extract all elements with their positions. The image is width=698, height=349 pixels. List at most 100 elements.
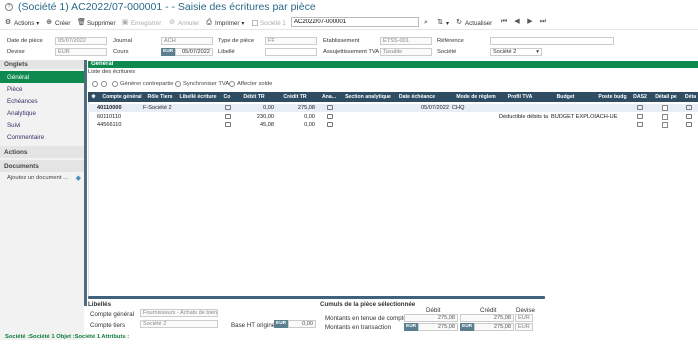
col-das2[interactable]: DAS2 — [632, 92, 648, 102]
cell-budget[interactable]: BUDGET EXPLOIT — [551, 113, 596, 121]
grid-remove-icon[interactable] — [101, 81, 107, 87]
col-co[interactable]: Co — [222, 92, 232, 102]
reference-field[interactable] — [490, 37, 614, 45]
cell-comment-icon[interactable] — [225, 122, 231, 127]
grid-menu-icon[interactable]: ✱ — [90, 92, 97, 102]
cell-compte[interactable]: 44566110 — [97, 121, 141, 129]
previous-record-icon[interactable]: ◀ — [512, 17, 522, 27]
first-record-icon[interactable]: ⏮ — [499, 17, 509, 27]
search-button[interactable]: ⌕ — [422, 18, 430, 28]
cell-echeance[interactable]: 05/07/2022 — [393, 104, 449, 112]
cumuls-row1-credit: 275,08 — [460, 314, 514, 322]
cell-compte[interactable]: 40110000 — [97, 104, 141, 112]
sort-button[interactable]: ⇅ ▾ — [436, 18, 449, 28]
table-row[interactable]: 60110110 230,00 0,00 Déductible débits t… — [88, 113, 698, 121]
col-credit[interactable]: Crédit TR — [275, 92, 315, 102]
grid-add-icon[interactable] — [92, 81, 98, 87]
col-mode-reglement[interactable]: Mode de règlem — [454, 92, 498, 102]
cell-debit[interactable]: 0,00 — [234, 104, 274, 112]
actions-section[interactable]: Actions — [0, 146, 84, 158]
cell-poste[interactable]: ACH-UE — [596, 113, 629, 121]
cumuls-row1-devise: EUR — [515, 314, 533, 322]
sidebar-item-analytique[interactable]: Analytique — [0, 107, 84, 119]
generate-counterpart-button[interactable]: Générer contrepartie — [112, 81, 174, 87]
cell-debit[interactable]: 45,08 — [234, 121, 274, 129]
assujettissement-field[interactable]: Taxable — [380, 48, 432, 56]
col-budget[interactable]: Budget — [543, 92, 588, 102]
societe-select[interactable]: Société 2 ▾ — [490, 48, 542, 56]
col-section-analytique[interactable]: Section analytique — [344, 92, 392, 102]
type-piece-field[interactable]: FF — [265, 37, 317, 45]
help-icon[interactable]: ? — [5, 3, 13, 11]
cell-credit[interactable]: 275,08 — [275, 104, 315, 112]
next-record-icon[interactable]: ▶ — [525, 17, 535, 27]
col-debit[interactable]: Débit TR — [234, 92, 274, 102]
cell-role[interactable] — [143, 113, 175, 121]
cancel-button[interactable]: ⊘ Annuler — [168, 18, 199, 28]
cell-analytique-icon[interactable] — [327, 122, 333, 127]
cell-detail-icon[interactable] — [686, 105, 692, 110]
col-compte-general[interactable]: Compte général — [100, 92, 144, 102]
cell-analytique-icon[interactable] — [327, 114, 333, 119]
sidebar-item-general[interactable]: Général — [0, 71, 84, 83]
cell-comment-icon[interactable] — [225, 114, 231, 119]
libelle-field[interactable] — [265, 48, 317, 56]
journal-field[interactable]: ACH — [161, 37, 213, 45]
documents-section[interactable]: Documents — [0, 160, 84, 172]
cell-das2-icon[interactable] — [637, 114, 643, 119]
compte-general-field[interactable]: Fournisseurs - Achats de biens — [140, 309, 218, 317]
col-detail-pe[interactable]: Détail pe — [652, 92, 680, 102]
create-button[interactable]: ⊕ Créer — [45, 18, 70, 28]
save-button[interactable]: ▣ Enregistrer — [121, 18, 162, 28]
compte-tiers-field[interactable]: Société 2 — [140, 320, 218, 328]
col-detail[interactable]: Déta — [683, 92, 698, 102]
base-ht-field[interactable]: 0,00 — [288, 320, 316, 328]
col-role-tiers[interactable]: Rôle Tiers — [144, 92, 176, 102]
cell-compte[interactable]: 60110110 — [97, 113, 141, 121]
last-record-icon[interactable]: ⏭ — [538, 17, 548, 27]
actions-button[interactable]: ⚙ Actions ▾ — [4, 18, 40, 28]
sidebar-item-commentaire[interactable]: Commentaire — [0, 131, 84, 143]
col-profil-tva[interactable]: Profil TVA — [500, 92, 540, 102]
print-button[interactable]: ⎙ Imprimer ▾ — [205, 18, 244, 28]
sidebar-item-piece[interactable]: Pièce — [0, 83, 84, 95]
search-input[interactable] — [291, 17, 419, 27]
cell-detail-checkbox[interactable] — [662, 105, 668, 111]
horizontal-scrollbar[interactable] — [88, 296, 545, 299]
delete-button[interactable]: 🗑 Supprimer — [77, 18, 116, 28]
cell-detail-checkbox[interactable] — [662, 122, 668, 128]
cell-detail-icon[interactable] — [686, 114, 692, 119]
cell-comment-icon[interactable] — [225, 105, 231, 110]
cell-debit[interactable]: 230,00 — [234, 113, 274, 121]
cell-profil-tva[interactable]: Déductible débits ta — [499, 113, 551, 121]
sidebar-item-suivi[interactable]: Suivi — [0, 119, 84, 131]
devise-field[interactable]: EUR — [55, 48, 107, 56]
cell-detail-icon[interactable] — [686, 122, 692, 127]
cell-detail-checkbox[interactable] — [662, 114, 668, 120]
etablissement-field[interactable]: ETSS-001 — [380, 37, 432, 45]
col-libelle[interactable]: Libellé écriture — [176, 92, 220, 102]
col-poste-budget[interactable]: Poste budg — [596, 92, 629, 102]
cell-credit[interactable]: 0,00 — [275, 121, 315, 129]
sidebar-item-echeances[interactable]: Echéances — [0, 95, 84, 107]
assign-balance-button[interactable]: Affecter solde — [229, 81, 272, 87]
table-row[interactable]: 44566110 45,08 0,00 — [88, 121, 698, 129]
date-piece-field[interactable]: 05/07/2022 — [55, 37, 107, 45]
cell-das2-icon[interactable] — [637, 105, 643, 110]
company-toggle[interactable]: Société 1 — [252, 18, 286, 28]
cours-field[interactable]: 05/07/2022 — [175, 48, 213, 56]
cell-role[interactable]: F-Société 2 — [143, 104, 175, 112]
add-document-link[interactable]: Ajoutez un document ... ◆ — [0, 172, 84, 184]
panel-splitter[interactable] — [84, 60, 87, 306]
col-date-echeance[interactable]: Date échéance — [393, 92, 441, 102]
cell-credit[interactable]: 0,00 — [275, 113, 315, 121]
cell-mode[interactable]: CHQ — [452, 104, 492, 112]
sync-vat-button[interactable]: Synchroniser TVA — [175, 81, 229, 87]
cell-role[interactable] — [143, 121, 175, 129]
cell-analytique-icon[interactable] — [327, 105, 333, 110]
cumuls-credit-header: Crédit — [480, 307, 497, 314]
table-row[interactable]: 40110000 F-Société 2 0,00 275,08 05/07/2… — [88, 104, 698, 112]
refresh-button[interactable]: ↻ Actualiser — [455, 18, 492, 28]
col-ana[interactable]: Ana... — [318, 92, 340, 102]
cell-das2-icon[interactable] — [637, 122, 643, 127]
